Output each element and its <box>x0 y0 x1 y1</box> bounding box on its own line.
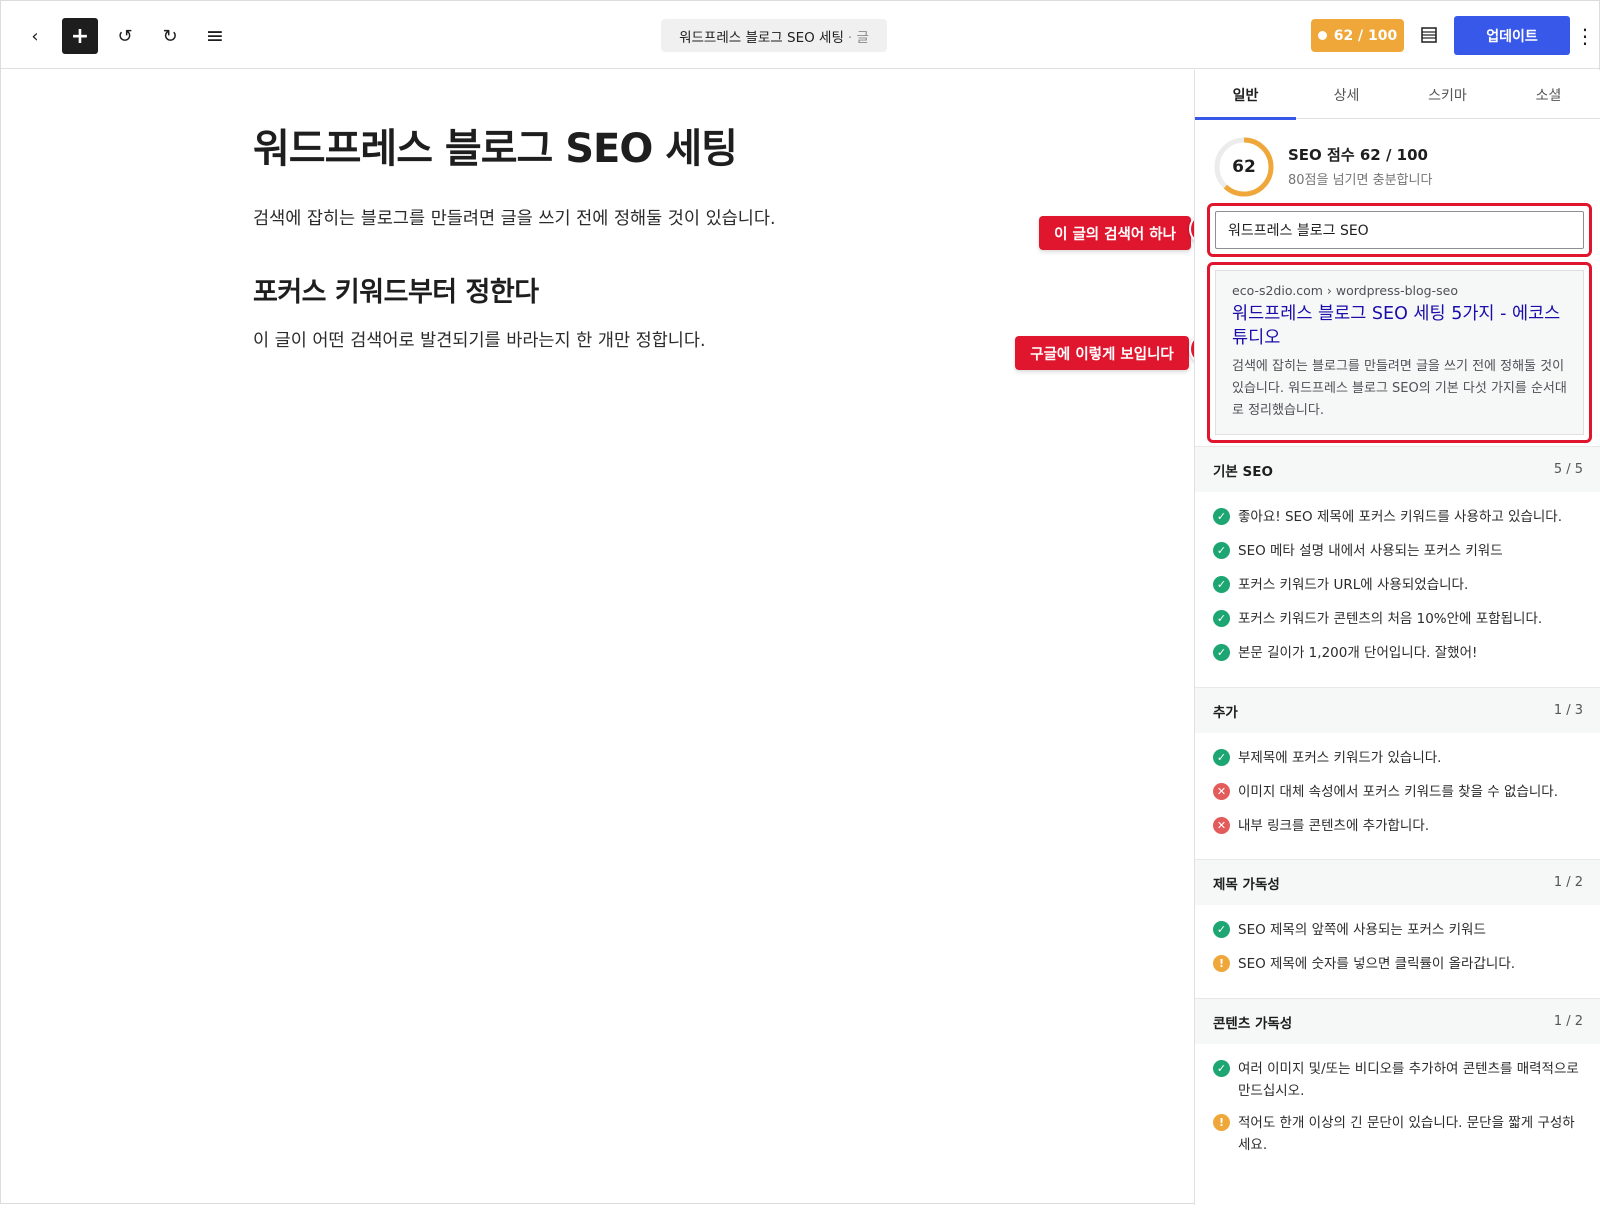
check-text: 좋아요! SEO 제목에 포커스 키워드를 사용하고 있습니다. <box>1238 509 1562 525</box>
section-count: 1 / 3 <box>1553 703 1583 718</box>
check-text: 포커스 키워드가 URL에 사용되었습니다. <box>1238 577 1469 593</box>
update-button[interactable]: 업데이트 <box>1454 16 1570 55</box>
check-item: ✕ 이미지 대체 속성에서 포커스 키워드를 찾을 수 없습니다. <box>1213 781 1583 803</box>
check-pass-icon: ✓ <box>1213 749 1230 766</box>
check-pass-icon: ✓ <box>1213 508 1230 525</box>
check-item: ✓ 본문 길이가 1,200개 단어입니다. 잘했어! <box>1213 642 1583 664</box>
section-content-readability[interactable]: 콘텐츠 가독성 1 / 2 <box>1195 998 1600 1044</box>
undo-icon[interactable]: ↺ <box>107 18 143 54</box>
check-item: ✓ 부제목에 포커스 키워드가 있습니다. <box>1213 747 1583 769</box>
section-basic-seo[interactable]: 기본 SEO 5 / 5 <box>1195 446 1600 492</box>
section-title: 콘텐츠 가독성 <box>1213 1015 1293 1032</box>
tab-advanced[interactable]: 상세 <box>1296 70 1397 119</box>
section-additional[interactable]: 추가 1 / 3 <box>1195 687 1600 733</box>
score-subtitle: 80점을 넘기면 충분합니다 <box>1288 173 1433 188</box>
check-item: ✕ 내부 링크를 콘텐츠에 추가합니다. <box>1213 815 1583 837</box>
score-ring-value: 62 <box>1232 157 1256 177</box>
score-dot-icon <box>1317 31 1327 40</box>
document-title: 워드프레스 블로그 SEO 세팅 <box>679 29 844 46</box>
check-item: ✓ SEO 제목의 앞쪽에 사용되는 포커스 키워드 <box>1213 919 1583 941</box>
check-text: SEO 메타 설명 내에서 사용되는 포커스 키워드 <box>1238 543 1503 559</box>
more-options-icon[interactable]: ⋮ <box>1575 19 1595 53</box>
serp-preview-highlight: eco-s2dio.com › wordpress-blog-seo 워드프레스… <box>1207 262 1592 443</box>
check-pass-icon: ✓ <box>1213 1060 1230 1077</box>
seo-score-button[interactable]: 62 / 100 <box>1311 19 1404 52</box>
seo-score-label: 62 / 100 <box>1333 27 1398 44</box>
check-text: SEO 제목에 숫자를 넣으면 클릭률이 올라갑니다. <box>1238 956 1516 972</box>
check-pass-icon: ✓ <box>1213 644 1230 661</box>
check-pass-icon: ✓ <box>1213 576 1230 593</box>
seo-sidebar: 일반 상세 스키마 소셜 62 SEO 점수 62 / 100 80점을 넘기면… <box>1194 70 1600 1205</box>
top-toolbar: ‹ + ↺ ↻ ≡ 워드프레스 블로그 SEO 세팅 · 글 62 / 100 … <box>1 1 1599 69</box>
section-title: 추가 <box>1213 704 1238 721</box>
tab-schema[interactable]: 스키마 <box>1397 70 1498 119</box>
check-item: ✓ 포커스 키워드가 콘텐츠의 처음 10%안에 포함됩니다. <box>1213 608 1583 630</box>
section-count: 5 / 5 <box>1553 462 1583 477</box>
section-count: 1 / 2 <box>1553 875 1583 890</box>
heading-block[interactable]: 포커스 키워드부터 정한다 <box>253 270 539 309</box>
check-text: 본문 길이가 1,200개 단어입니다. 잘했어! <box>1238 645 1478 661</box>
check-item: ✓ 여러 이미지 및/또는 비디오를 추가하여 콘텐츠를 매력적으로 만드십시오. <box>1213 1058 1583 1102</box>
check-warning-icon: ! <box>1213 955 1230 972</box>
check-text: 적어도 한개 이상의 긴 문단이 있습니다. 문단을 짧게 구성하세요. <box>1238 1115 1575 1153</box>
check-text: 여러 이미지 및/또는 비디오를 추가하여 콘텐츠를 매력적으로 만드십시오. <box>1238 1061 1579 1099</box>
callout-keyword-label: 이 글의 검색어 하나 <box>1039 216 1191 250</box>
check-warning-icon: ! <box>1213 1114 1230 1131</box>
score-title: SEO 점수 62 / 100 <box>1288 146 1428 164</box>
check-item: ✓ SEO 메타 설명 내에서 사용되는 포커스 키워드 <box>1213 540 1583 562</box>
section-title: 제목 가독성 <box>1213 876 1280 893</box>
serp-title: 워드프레스 블로그 SEO 세팅 5가지 - 에코스튜디오 <box>1232 304 1561 348</box>
check-text: 내부 링크를 콘텐츠에 추가합니다. <box>1238 818 1430 834</box>
check-text: 부제목에 포커스 키워드가 있습니다. <box>1238 750 1442 766</box>
post-title[interactable]: 워드프레스 블로그 SEO 세팅 <box>253 116 738 174</box>
check-item: ! 적어도 한개 이상의 긴 문단이 있습니다. 문단을 짧게 구성하세요. <box>1213 1112 1583 1156</box>
check-fail-icon: ✕ <box>1213 783 1230 800</box>
section-title-readability[interactable]: 제목 가독성 1 / 2 <box>1195 859 1600 905</box>
check-item: ! SEO 제목에 숫자를 넣으면 클릭률이 올라갑니다. <box>1213 953 1583 975</box>
focus-keyword-input[interactable]: 워드프레스 블로그 SEO <box>1215 211 1584 249</box>
editor-canvas: 워드프레스 블로그 SEO 세팅 검색에 잡히는 블로그를 만들려면 글을 쓰기… <box>1 70 1221 1205</box>
redo-icon[interactable]: ↻ <box>152 18 188 54</box>
check-item: ✓ 포커스 키워드가 URL에 사용되었습니다. <box>1213 574 1583 596</box>
serp-url: eco-s2dio.com › wordpress-blog-seo <box>1232 283 1458 298</box>
editor-window: ‹ + ↺ ↻ ≡ 워드프레스 블로그 SEO 세팅 · 글 62 / 100 … <box>0 0 1600 1205</box>
section-title: 기본 SEO <box>1213 463 1273 480</box>
seo-score-summary: 62 SEO 점수 62 / 100 80점을 넘기면 충분합니다 <box>1213 136 1593 200</box>
paragraph-block[interactable]: 검색에 잡히는 블로그를 만들려면 글을 쓰기 전에 정해둘 것이 있습니다. <box>253 205 776 230</box>
check-text: 포커스 키워드가 콘텐츠의 처음 10%안에 포함됩니다. <box>1238 611 1543 627</box>
paragraph-block[interactable]: 이 글이 어떤 검색어로 발견되기를 바라는지 한 개만 정합니다. <box>253 327 706 352</box>
back-icon[interactable]: ‹ <box>17 18 53 54</box>
check-pass-icon: ✓ <box>1213 542 1230 559</box>
check-fail-icon: ✕ <box>1213 817 1230 834</box>
document-title-bar[interactable]: 워드프레스 블로그 SEO 세팅 · 글 <box>661 19 887 52</box>
sidebar-tabs: 일반 상세 스키마 소셜 <box>1195 70 1600 120</box>
focus-keyword-highlight: 워드프레스 블로그 SEO <box>1207 203 1592 257</box>
serp-preview[interactable]: eco-s2dio.com › wordpress-blog-seo 워드프레스… <box>1215 270 1584 435</box>
list-view-icon[interactable]: ≡ <box>197 18 233 54</box>
tab-social[interactable]: 소셜 <box>1498 70 1599 119</box>
settings-panel-icon[interactable] <box>1419 25 1439 45</box>
add-block-button[interactable]: + <box>62 18 98 54</box>
check-item: ✓ 좋아요! SEO 제목에 포커스 키워드를 사용하고 있습니다. <box>1213 506 1583 528</box>
callout-serp-label: 구글에 이렇게 보입니다 <box>1015 336 1189 370</box>
check-text: SEO 제목의 앞쪽에 사용되는 포커스 키워드 <box>1238 922 1486 938</box>
check-text: 이미지 대체 속성에서 포커스 키워드를 찾을 수 없습니다. <box>1238 784 1558 800</box>
check-pass-icon: ✓ <box>1213 921 1230 938</box>
section-count: 1 / 2 <box>1553 1014 1583 1029</box>
check-pass-icon: ✓ <box>1213 610 1230 627</box>
tab-general[interactable]: 일반 <box>1195 70 1296 120</box>
document-type: · 글 <box>847 29 869 46</box>
serp-description: 검색에 잡히는 블로그를 만들려면 글을 쓰기 전에 정해둘 것이 있습니다. … <box>1232 359 1567 418</box>
